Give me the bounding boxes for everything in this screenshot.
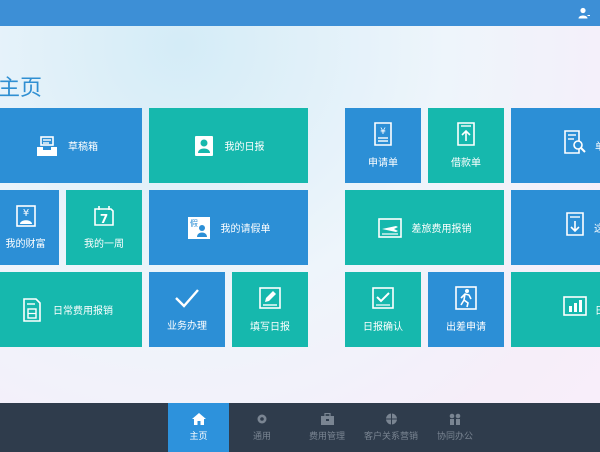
tile-fill-daily-report[interactable]: 填写日报 [232, 272, 308, 347]
tile-business-handling[interactable]: 业务办理 [149, 272, 225, 347]
tab-general[interactable]: 通用 [234, 403, 290, 452]
tile-partial-right-mid-label: 这 [594, 224, 600, 235]
briefcase-icon [320, 413, 334, 425]
document-search-icon [564, 129, 586, 154]
plane-ticket-icon [377, 217, 402, 238]
receipt-icon [23, 297, 41, 322]
tile-partial-right-top[interactable]: 单 [511, 108, 600, 183]
tile-business-trip-application[interactable]: 出差申请 [428, 272, 504, 347]
edit-pencil-icon [259, 287, 281, 309]
svg-text:¥: ¥ [22, 208, 28, 219]
leave-person-icon: 假 [187, 216, 210, 239]
tab-general-label: 通用 [252, 432, 271, 442]
tile-partial-right-top-label: 单 [595, 138, 600, 153]
user-icon[interactable] [578, 7, 590, 19]
tab-collaboration-label: 协同办公 [436, 432, 473, 442]
tab-expense-management-label: 费用管理 [308, 432, 345, 442]
tile-my-week[interactable]: 7 我的一周 [66, 190, 142, 265]
tile-partial-right-mid[interactable]: 这 [511, 190, 600, 265]
tile-daily-report-confirm-label: 日报确认 [363, 322, 403, 333]
tile-daily-expense-reimbursement-label: 日常费用报销 [53, 306, 113, 317]
tile-loan-form[interactable]: 借款单 [428, 108, 504, 183]
svg-text:7: 7 [100, 212, 108, 226]
checkbox-confirm-icon [372, 287, 394, 309]
people-icon [449, 413, 461, 425]
document-yen-icon: ¥ [374, 122, 392, 146]
tab-collaboration[interactable]: 协同办公 [430, 403, 480, 452]
calendar-seven-icon: 7 [94, 206, 114, 226]
globe-icon [385, 413, 397, 425]
inbox-tray-icon [37, 135, 57, 156]
tile-my-wealth-label: 我的财富 [5, 239, 46, 250]
bottom-tab-bar: 主页 通用 费用管理 客户关系营销 协同办公 [0, 403, 600, 452]
bar-chart-doc-icon [563, 295, 587, 316]
tab-crm-marketing-label: 客户关系营销 [363, 432, 418, 442]
tile-daily-expense-reimbursement[interactable]: 日常费用报销 [0, 272, 142, 347]
checkmark-icon [175, 289, 199, 308]
tab-home-label: 主页 [189, 432, 208, 442]
tile-partial-right-bottom-label: 日 [595, 302, 600, 317]
tile-my-daily-report-label: 我的日报 [224, 142, 265, 153]
document-upload-icon [457, 122, 475, 146]
tile-my-leave-request[interactable]: 假 我的请假单 [149, 190, 308, 265]
tab-crm-marketing[interactable]: 客户关系营销 [360, 403, 422, 452]
home-icon [191, 413, 206, 425]
tile-daily-report-confirm[interactable]: 日报确认 [345, 272, 421, 347]
tile-business-trip-application-label: 出差申请 [446, 322, 486, 333]
page-title: 主页 [0, 76, 43, 101]
tile-travel-expense-reimbursement[interactable]: 差旅费用报销 [345, 190, 504, 265]
tile-my-week-label: 我的一周 [84, 239, 124, 250]
tile-application-form-label: 申请单 [368, 158, 398, 169]
contact-card-icon [194, 135, 213, 156]
document-download-icon [566, 211, 584, 236]
money-card-icon: ¥ [15, 205, 36, 227]
tab-expense-management[interactable]: 费用管理 [300, 403, 354, 452]
gear-icon [257, 414, 267, 424]
tile-application-form[interactable]: ¥ 申请单 [345, 108, 421, 183]
tile-my-daily-report[interactable]: 我的日报 [149, 108, 308, 183]
tab-home[interactable]: 主页 [168, 403, 229, 452]
tile-my-wealth[interactable]: ¥ 我的财富 [0, 190, 59, 265]
running-person-icon [455, 286, 477, 310]
tile-travel-expense-reimbursement-label: 差旅费用报销 [411, 224, 472, 235]
tile-partial-right-bottom[interactable]: 日 [511, 272, 600, 347]
tile-my-leave-request-label: 我的请假单 [220, 224, 271, 235]
top-bar [0, 0, 600, 26]
svg-text:假: 假 [190, 219, 198, 228]
tile-business-handling-label: 业务办理 [167, 321, 207, 332]
tile-drafts[interactable]: 草稿箱 [0, 108, 142, 183]
tile-fill-daily-report-label: 填写日报 [250, 322, 290, 333]
tile-drafts-label: 草稿箱 [68, 142, 98, 153]
tile-loan-form-label: 借款单 [451, 158, 481, 169]
svg-text:¥: ¥ [380, 127, 386, 137]
